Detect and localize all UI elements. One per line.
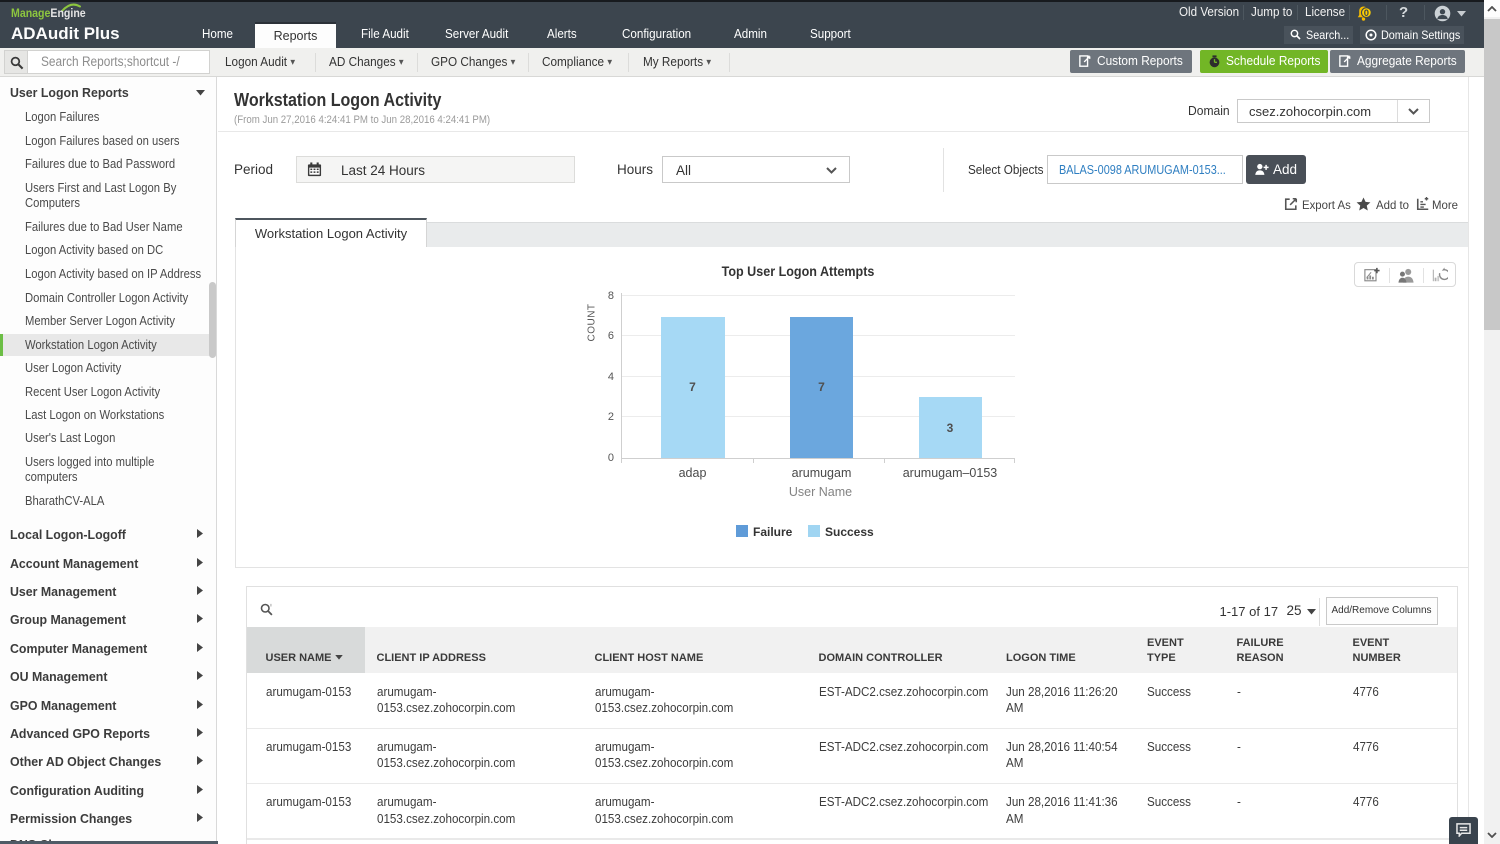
svg-text:0: 0 bbox=[1364, 8, 1369, 19]
